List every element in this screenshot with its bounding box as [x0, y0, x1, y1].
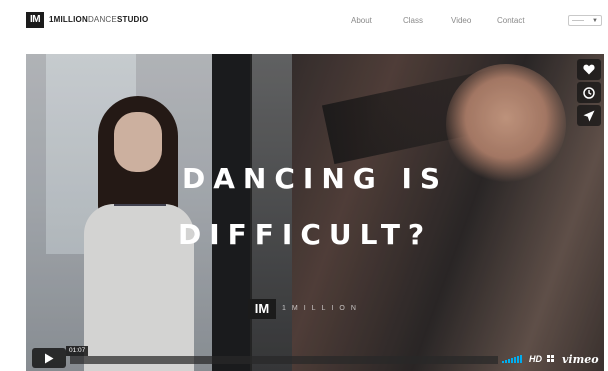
chevron-down-icon: ▼ [592, 17, 598, 24]
player-controls-right: HD vimeo [502, 351, 599, 367]
watch-later-button[interactable] [577, 82, 601, 103]
hd-toggle[interactable]: HD [529, 354, 542, 364]
video-brand-text: 1MILLION [282, 305, 362, 312]
video-headline-line2: DIFFICULT? [178, 218, 433, 251]
paper-plane-icon [583, 110, 595, 121]
video-brand-mark: IM [248, 299, 276, 319]
like-button[interactable] [577, 59, 601, 80]
video-player[interactable]: DANCING IS DIFFICULT? IM 1MILLION 01:07 … [26, 54, 604, 371]
video-headline-line1: DANCING IS [182, 162, 449, 195]
language-select-value: ------ [572, 17, 584, 24]
clock-icon [583, 86, 595, 99]
fullscreen-icon[interactable] [547, 355, 557, 363]
site-header: IM 1MILLIONDANCESTUDIO About Class Video… [0, 0, 608, 44]
nav-about[interactable]: About [351, 16, 372, 25]
play-button[interactable] [32, 348, 66, 368]
logo-mark: IM [26, 12, 44, 28]
progress-bar[interactable] [70, 356, 498, 364]
vimeo-logo[interactable]: vimeo [562, 353, 599, 366]
play-icon [45, 353, 54, 363]
video-frame-shade [26, 54, 604, 371]
site-logo[interactable]: IM 1MILLIONDANCESTUDIO [26, 12, 148, 28]
language-select[interactable]: ------ ▼ [568, 15, 602, 26]
logo-text: 1MILLIONDANCESTUDIO [49, 15, 149, 24]
nav-contact[interactable]: Contact [497, 16, 525, 25]
time-indicator: 01:07 [66, 346, 89, 356]
volume-control[interactable] [502, 355, 523, 363]
nav-video[interactable]: Video [451, 16, 471, 25]
heart-icon [583, 64, 595, 75]
nav-class[interactable]: Class [403, 16, 423, 25]
share-button[interactable] [577, 105, 601, 126]
